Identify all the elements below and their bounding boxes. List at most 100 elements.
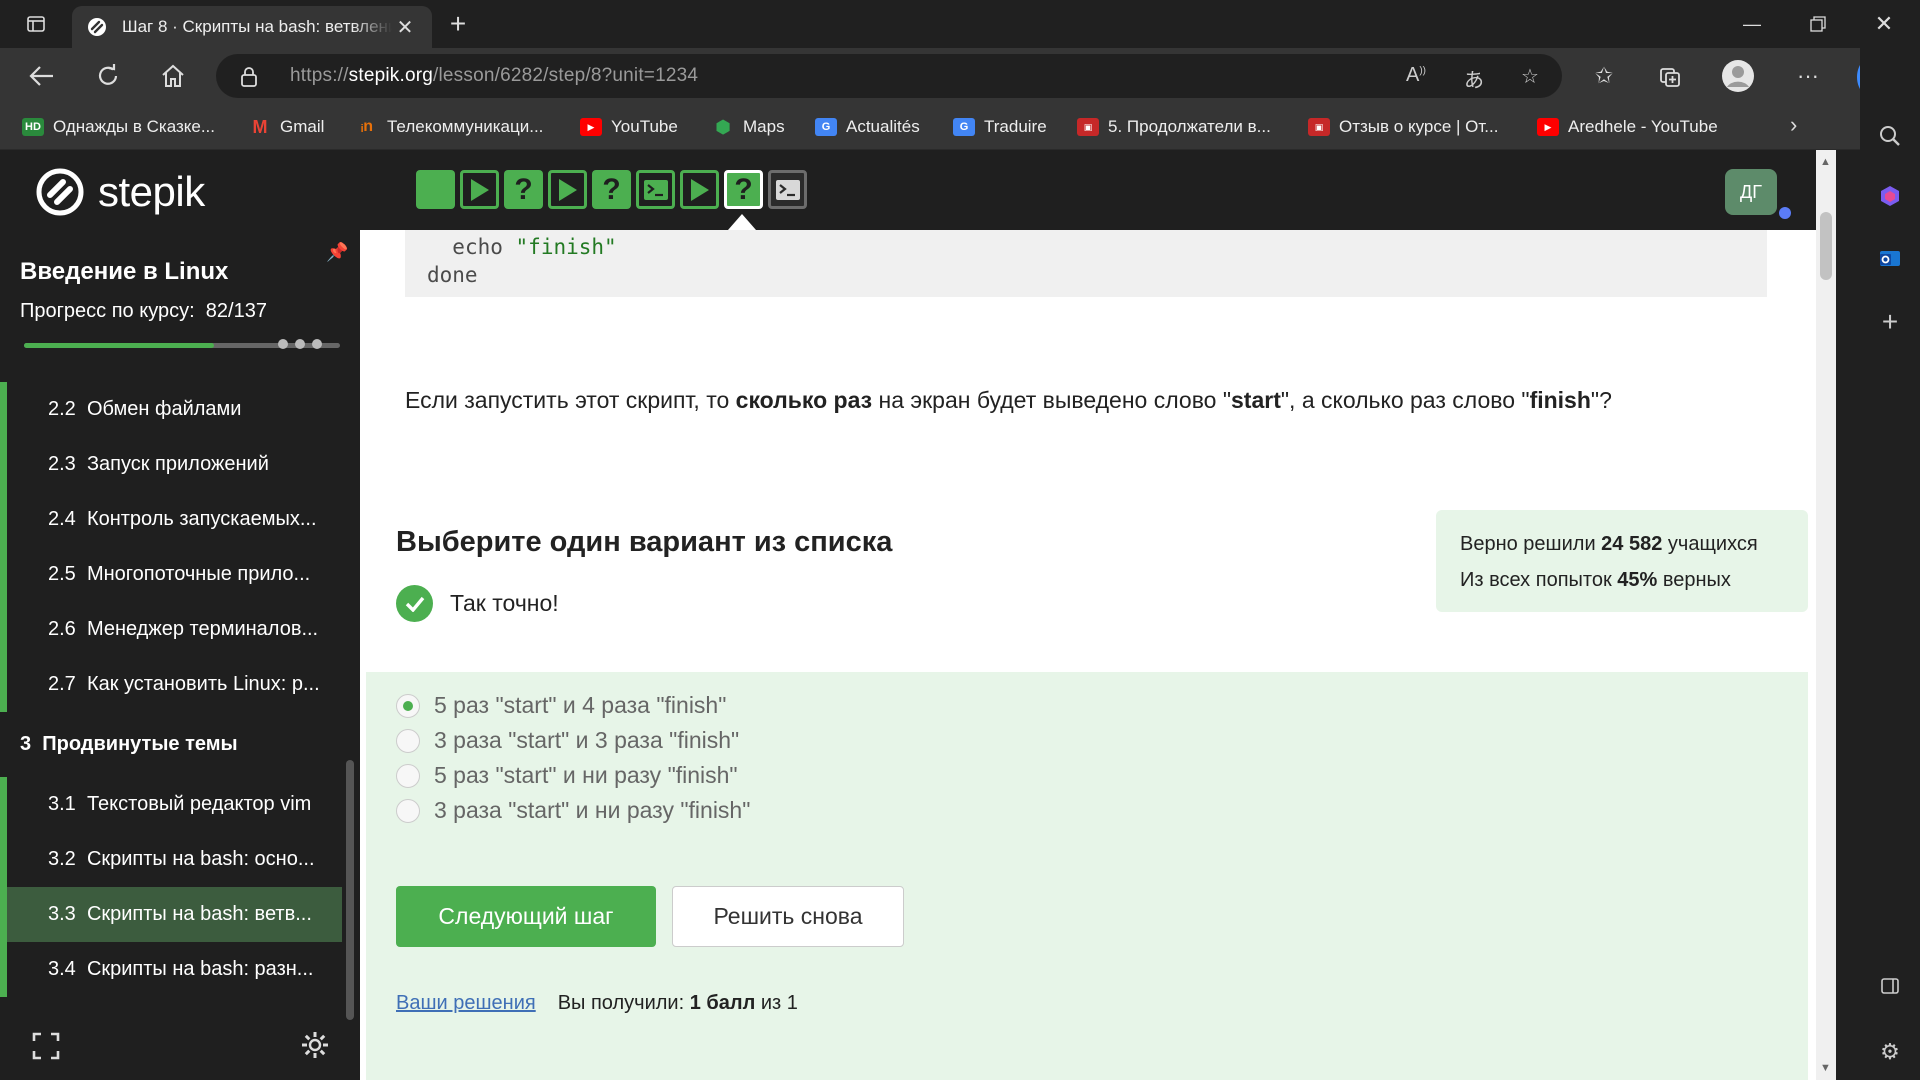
step-1-theory[interactable]: [416, 170, 455, 209]
question-icon: ?: [514, 172, 533, 206]
more-menu-icon[interactable]: ···: [1788, 56, 1828, 96]
add-sidebar-app-icon[interactable]: +: [1870, 302, 1910, 342]
progress-dots: [278, 339, 322, 349]
question-icon: ?: [734, 172, 753, 206]
bookmark-4[interactable]: ▶ YouTube: [580, 114, 678, 140]
bookmark-2[interactable]: M Gmail: [249, 114, 325, 140]
sidebar-item-2-6[interactable]: 2.6 Менеджер терминалов...: [0, 602, 342, 657]
notification-dot: [1779, 207, 1791, 219]
answer-option-2[interactable]: 3 раза "start" и 3 раза "finish": [396, 727, 739, 754]
quiz-heading: Выберите один вариант из списка: [396, 526, 893, 558]
url-text[interactable]: https://stepik.org/lesson/6282/step/8?un…: [290, 65, 698, 87]
radio[interactable]: [396, 728, 420, 753]
tab-title: Шаг 8 · Скрипты на bash: ветвления: [122, 17, 392, 36]
page-scrollbar[interactable]: ▲ ▼: [1816, 150, 1836, 1080]
sidebar-item-2-4[interactable]: 2.4 Контроль запускаемых...: [0, 492, 342, 547]
retry-button[interactable]: Решить снова: [672, 886, 904, 947]
sidebar-settings-icon[interactable]: ⚙: [1870, 1032, 1910, 1072]
code-block: echo "finish" done: [405, 230, 1767, 297]
sidebar-item-3-1[interactable]: 3.1 Текстовый редактор vim: [0, 777, 342, 832]
sidebar-scrollbar[interactable]: [346, 760, 354, 1020]
collections-icon[interactable]: [1650, 56, 1690, 96]
avatar[interactable]: ДГ: [1725, 169, 1777, 215]
bookmark-10[interactable]: ▶ Aredhele - YouTube: [1537, 114, 1718, 140]
bookmark-9[interactable]: ▣ Отзыв о курсе | От...: [1308, 114, 1498, 140]
correct-feedback: Так точно!: [396, 585, 559, 622]
current-step-caret: [728, 214, 756, 230]
browser-tab-bar: Шаг 8 · Скрипты на bash: ветвления ✕ + —…: [0, 0, 1920, 48]
radio-selected[interactable]: [396, 693, 420, 718]
terminal-icon: [775, 179, 800, 200]
address-bar[interactable]: https://stepik.org/lesson/6282/step/8?un…: [216, 54, 1562, 98]
wifi-icon: ᵢn: [360, 118, 374, 135]
sidebar-item-3-3[interactable]: 3.3 Скрипты на bash: ветв...: [0, 887, 342, 942]
answer-option-3[interactable]: 5 раз "start" и ни разу "finish": [396, 762, 738, 789]
bookmark-1[interactable]: HD Однажды в Сказке...: [22, 114, 215, 140]
maps-icon: ⬢: [715, 116, 731, 137]
profile-icon[interactable]: [1718, 56, 1758, 96]
question-text: Если запустить этот скрипт, то сколько р…: [405, 387, 1612, 413]
sidebar-item-2-5[interactable]: 2.5 Многопоточные прило...: [0, 547, 342, 602]
scroll-down-icon[interactable]: ▼: [1820, 1062, 1831, 1074]
sidebar-item-3-2[interactable]: 3.2 Скрипты на bash: осно...: [0, 832, 342, 887]
pin-icon[interactable]: 📌: [326, 242, 348, 263]
close-window-icon[interactable]: ✕: [1856, 0, 1912, 48]
solve-stats: Верно решили 24 582 учащихся Из всех поп…: [1436, 510, 1808, 612]
google-translate-icon: G: [953, 118, 975, 136]
sidebar-item-3-4[interactable]: 3.4 Скрипты на bash: разн...: [0, 942, 342, 997]
tab-actions-icon[interactable]: [18, 0, 54, 48]
restore-icon[interactable]: [1790, 0, 1846, 48]
outlook-icon[interactable]: [1870, 238, 1910, 278]
sidebar-item-2-3[interactable]: 2.3 Запуск приложений: [0, 437, 342, 492]
refresh-icon[interactable]: [88, 56, 128, 96]
scroll-up-icon[interactable]: ▲: [1820, 156, 1831, 168]
search-icon[interactable]: [1870, 116, 1910, 156]
step-6-code[interactable]: [636, 170, 675, 209]
browser-tab[interactable]: Шаг 8 · Скрипты на bash: ветвления ✕: [72, 6, 432, 48]
bookmark-3[interactable]: ᵢn Телекоммуникаци...: [356, 114, 543, 140]
step-3-quiz[interactable]: ?: [504, 170, 543, 209]
step-7-video[interactable]: [680, 170, 719, 209]
sidebar-item-2-2[interactable]: 2.2 Обмен файлами: [0, 382, 342, 437]
favorites-icon[interactable]: ✩: [1584, 56, 1624, 96]
add-favorite-icon[interactable]: ☆: [1516, 64, 1544, 88]
step-2-video[interactable]: [460, 170, 499, 209]
bookmark-8[interactable]: ▣ 5. Продолжатели в...: [1077, 114, 1271, 140]
step-9-code[interactable]: [768, 170, 807, 209]
radio[interactable]: [396, 763, 420, 788]
answer-options: 5 раз "start" и 4 раза "finish" 3 раза "…: [366, 672, 1808, 1080]
youtube-icon: ▶: [1537, 118, 1559, 136]
read-aloud-icon[interactable]: A)): [1402, 64, 1430, 88]
bookmark-6[interactable]: G Actualités: [815, 114, 920, 140]
step-5-quiz[interactable]: ?: [592, 170, 631, 209]
step-4-video[interactable]: [548, 170, 587, 209]
hd-icon: HD: [22, 118, 44, 136]
edge-sidebar: + ⚙: [1860, 48, 1920, 1080]
stepik-logo[interactable]: stepik: [36, 168, 205, 216]
tab-close-icon[interactable]: ✕: [392, 15, 418, 40]
bookmark-7[interactable]: G Traduire: [953, 114, 1047, 140]
next-step-button[interactable]: Следующий шаг: [396, 886, 656, 947]
lock-icon[interactable]: [240, 66, 258, 93]
new-tab-button[interactable]: +: [442, 8, 474, 40]
minimize-icon[interactable]: —: [1724, 0, 1780, 48]
answer-option-1[interactable]: 5 раз "start" и 4 раза "finish": [396, 692, 726, 719]
stats-accuracy: Из всех попыток 45% верных: [1460, 569, 1731, 591]
hide-sidebar-icon[interactable]: [1870, 966, 1910, 1006]
your-solutions-link[interactable]: Ваши решения: [396, 992, 536, 1015]
radio[interactable]: [396, 798, 420, 823]
answer-option-4[interactable]: 3 раза "start" и ни разу "finish": [396, 797, 750, 824]
bookmark-5[interactable]: ⬢ Maps: [712, 114, 784, 140]
course-title[interactable]: Введение в Linux: [20, 258, 228, 286]
sidebar-module-3[interactable]: 3 Продвинутые темы: [0, 712, 342, 777]
translate-icon[interactable]: あ: [1460, 64, 1488, 92]
chevron-right-icon[interactable]: ›: [1790, 112, 1797, 138]
back-icon[interactable]: [22, 56, 62, 96]
fullscreen-icon[interactable]: [32, 1032, 60, 1060]
sidebar-item-2-7[interactable]: 2.7 Как установить Linux: р...: [0, 657, 342, 712]
step-8-quiz-current[interactable]: ?: [724, 170, 763, 209]
gear-icon[interactable]: [300, 1030, 330, 1060]
scrollbar-thumb[interactable]: [1820, 212, 1832, 280]
home-icon[interactable]: [153, 56, 193, 96]
designer-icon[interactable]: [1870, 176, 1910, 216]
